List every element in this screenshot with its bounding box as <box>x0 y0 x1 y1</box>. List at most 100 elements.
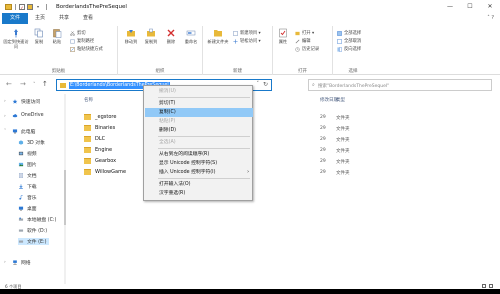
paste-shortcut-button[interactable]: 粘贴快捷方式 <box>70 46 103 52</box>
paste-icon <box>53 29 62 38</box>
nav-item-network[interactable]: 网络 <box>12 259 31 266</box>
search-icon: ⌕ <box>312 82 315 88</box>
new-folder-icon[interactable] <box>27 3 33 10</box>
ribbon-collapse-icon[interactable]: ˄ ? <box>487 15 494 21</box>
menu-item-paste[interactable]: 粘贴(P) <box>145 117 253 126</box>
tab-home[interactable]: 主页 <box>28 13 52 24</box>
expand-icon[interactable]: › <box>4 260 6 265</box>
open-button[interactable]: 打开 ▾ <box>295 30 314 36</box>
details-view-icon[interactable] <box>482 284 486 288</box>
back-arrow-icon[interactable]: ← <box>6 80 12 88</box>
submenu-arrow-icon: › <box>247 170 249 175</box>
menu-item-delete[interactable]: 删除(D) <box>145 126 253 135</box>
rename-button[interactable]: 重命名 <box>182 28 200 44</box>
column-header-name[interactable]: 名称 <box>84 97 93 103</box>
list-item[interactable]: WillowGame <box>84 167 126 177</box>
computer-icon <box>12 129 18 134</box>
select-none-icon <box>337 38 342 44</box>
nav-item-drive-c[interactable]: 本地磁盘 (C:) <box>18 216 56 223</box>
tab-file[interactable]: 文件 <box>2 13 29 24</box>
properties-icon <box>279 28 287 38</box>
delete-button[interactable]: 删除 <box>162 28 180 44</box>
delete-icon <box>167 29 175 37</box>
folder-icon <box>5 3 12 10</box>
collapse-icon[interactable]: ˅ <box>4 129 6 134</box>
picture-icon <box>18 162 24 167</box>
nav-scrollbar-thumb[interactable] <box>64 170 66 225</box>
pin-icon <box>14 29 18 38</box>
menu-item-show-unicode[interactable]: 显示 Unicode 控制字符(S) <box>145 159 253 168</box>
drive-icon <box>18 229 24 232</box>
address-dropdown-icon[interactable]: ˅ <box>257 81 260 87</box>
nav-label: 此电脑 <box>21 130 36 135</box>
new-group-label: 新建 <box>233 69 242 74</box>
list-item[interactable]: _egstore <box>84 112 116 122</box>
nav-item-drive-d[interactable]: 软件 (D:) <box>18 227 47 234</box>
context-menu: 撤消(U) 剪切(T) 复制(C) 粘贴(P) 删除(D) 全选(A) 从右到左… <box>143 85 253 201</box>
maximize-button[interactable]: ☐ <box>460 0 480 13</box>
nav-label: 软件 (D:) <box>27 229 48 234</box>
minimize-button[interactable]: — <box>440 0 460 13</box>
dropdown-icon[interactable]: ▾ <box>35 4 41 10</box>
nav-item-music[interactable]: 音乐 <box>18 194 37 201</box>
column-header-type[interactable]: 类型 <box>336 97 345 103</box>
expand-icon[interactable]: › <box>4 114 6 119</box>
new-folder-button[interactable]: 新建文件夹 <box>207 28 229 44</box>
list-item[interactable]: Gearbox <box>84 156 116 166</box>
copy-path-button[interactable]: 复制路径 <box>70 38 94 44</box>
menu-item-rtl-reading[interactable]: 从右到左的阅读顺序(R) <box>145 150 253 159</box>
file-type: 文件夹 <box>336 127 350 132</box>
invert-selection-button[interactable]: 反向选择 <box>337 46 361 52</box>
tab-share[interactable]: 共享 <box>52 13 76 24</box>
menu-item-insert-unicode[interactable]: 插入 Unicode 控制字符(I) › <box>145 168 253 177</box>
close-button[interactable]: ✕ <box>480 0 500 13</box>
nav-item-drive-e[interactable]: 文件 (E:) <box>18 238 49 245</box>
recent-locations-icon[interactable]: ˅ <box>33 82 36 88</box>
refresh-icon[interactable]: ↻ <box>263 81 268 88</box>
search-box[interactable]: ⌕ 搜索"BorderlandsThePreSequel" <box>308 79 492 91</box>
menu-item-select-all[interactable]: 全选(A) <box>145 138 253 147</box>
copy-to-button[interactable]: 复制到 <box>142 28 160 44</box>
list-item[interactable]: Binaries <box>84 123 115 133</box>
nav-item-3d-objects[interactable]: 3D 对象 <box>18 139 45 146</box>
history-button[interactable]: 历史记录 <box>295 46 319 52</box>
nav-item-this-pc[interactable]: 此电脑 <box>12 128 35 135</box>
easy-access-button[interactable]: 轻松访问 ▾ <box>233 38 261 44</box>
tab-view[interactable]: 查看 <box>76 13 100 24</box>
network-icon <box>13 260 17 265</box>
nav-item-onedrive[interactable]: OneDrive <box>12 113 44 118</box>
edit-button[interactable]: 编辑 <box>295 38 311 44</box>
clipboard-group: 固定到快速访问 复制 粘贴 剪切 复制路径 粘贴快捷方式 剪贴板 <box>0 26 118 75</box>
list-item[interactable]: DLC <box>84 134 105 144</box>
nav-item-quick-access[interactable]: 快速访问 <box>12 98 40 105</box>
up-arrow-icon[interactable]: ↑ <box>42 80 48 88</box>
pin-quick-access-button[interactable]: 固定到快速访问 <box>3 28 29 49</box>
select-all-button[interactable]: 全部选择 <box>337 30 361 36</box>
file-type: 文件夹 <box>336 149 350 154</box>
nav-item-desktop[interactable]: 桌面 <box>18 205 37 212</box>
paste-shortcut-label: 粘贴快捷方式 <box>77 47 103 52</box>
search-placeholder: 搜索"BorderlandsThePreSequel" <box>318 84 390 89</box>
nav-item-videos[interactable]: 视频 <box>18 150 37 157</box>
menu-item-cut[interactable]: 剪切(T) <box>145 99 253 108</box>
paste-button[interactable]: 粘贴 <box>49 28 65 44</box>
checkmark-icon[interactable]: ✓ <box>19 3 25 10</box>
properties-button[interactable]: 属性 <box>275 28 291 44</box>
move-to-button[interactable]: 移动到 <box>122 28 140 44</box>
menu-item-undo[interactable]: 撤消(U) <box>145 87 253 96</box>
nav-label: 3D 对象 <box>27 141 45 146</box>
nav-item-downloads[interactable]: 下载 <box>18 183 37 190</box>
copy-button[interactable]: 复制 <box>31 28 47 44</box>
cut-button[interactable]: 剪切 <box>70 30 86 36</box>
large-icons-view-icon[interactable] <box>489 284 493 288</box>
menu-item-reconversion[interactable]: 汉字重选(R) <box>145 189 253 198</box>
nav-item-documents[interactable]: 文档 <box>18 172 37 179</box>
expand-icon[interactable]: › <box>4 99 6 104</box>
list-item[interactable]: Engine <box>84 145 112 155</box>
select-none-button[interactable]: 全部取消 <box>337 38 361 44</box>
new-item-button[interactable]: 新建项目 ▾ <box>233 30 261 36</box>
menu-item-open-ime[interactable]: 打开输入法(O) <box>145 180 253 189</box>
nav-item-pictures[interactable]: 图片 <box>18 161 37 168</box>
menu-item-copy[interactable]: 复制(C) <box>145 108 253 117</box>
forward-arrow-icon[interactable]: → <box>20 80 26 88</box>
